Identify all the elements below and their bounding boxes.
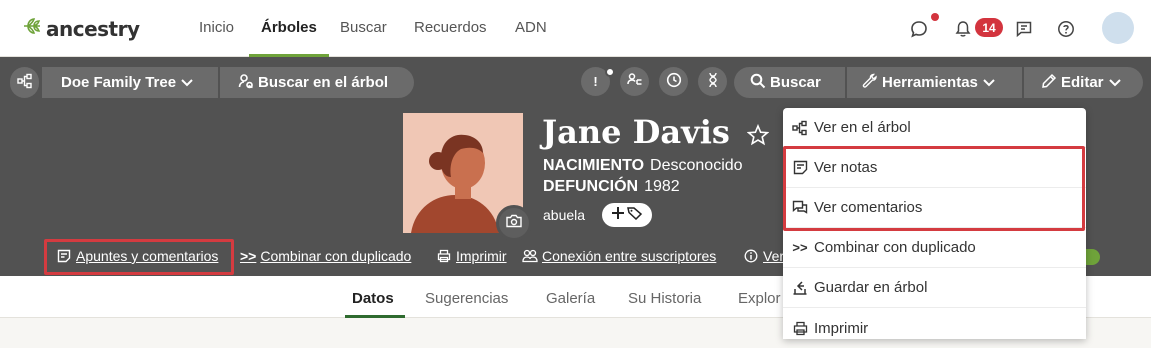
top-navigation-bar: ancestry Inicio Árboles Buscar Recuerdos… bbox=[0, 0, 1151, 57]
chevron-down-icon bbox=[983, 74, 995, 91]
user-avatar[interactable] bbox=[1102, 12, 1134, 44]
menu-item-merge-duplicate[interactable]: >> Combinar con duplicado bbox=[783, 228, 1086, 268]
add-tag-button[interactable] bbox=[602, 203, 652, 227]
star-icon[interactable] bbox=[746, 116, 770, 154]
nav-adn[interactable]: ADN bbox=[515, 19, 547, 36]
alert-glyph: ! bbox=[593, 74, 598, 89]
notification-count-badge: 14 bbox=[975, 18, 1003, 37]
highlight-notes-comments bbox=[44, 239, 234, 275]
plus-icon bbox=[611, 206, 625, 225]
camera-icon bbox=[506, 214, 522, 233]
brand-name: ancestry bbox=[46, 16, 140, 41]
merge-icon: >> bbox=[240, 248, 257, 264]
highlight-view-notes-comments bbox=[783, 146, 1085, 231]
menu-item-view-in-tree[interactable]: Ver en el árbol bbox=[783, 108, 1086, 148]
tab-galeria[interactable]: Galería bbox=[546, 290, 595, 307]
new-hint-dot bbox=[605, 67, 615, 77]
person-name-text: Jane Davis bbox=[542, 113, 730, 151]
tab-datos[interactable]: Datos bbox=[352, 290, 394, 307]
people-tree-icon bbox=[626, 72, 643, 91]
birth-fact: NACIMIENTO Desconocido bbox=[543, 157, 743, 175]
menu-item-save-in-tree[interactable]: Guardar en árbol bbox=[783, 268, 1086, 308]
info-icon bbox=[743, 248, 759, 264]
tree-view-button[interactable] bbox=[10, 67, 39, 98]
subscriber-connection-link[interactable]: Conexión entre suscriptores bbox=[522, 248, 716, 264]
nav-inicio[interactable]: Inicio bbox=[199, 19, 234, 36]
printer-icon bbox=[436, 248, 452, 264]
leaf-icon bbox=[22, 16, 42, 41]
chat-bubble-icon[interactable] bbox=[908, 18, 930, 40]
print-link[interactable]: Imprimir bbox=[436, 248, 507, 264]
more-link-truncated[interactable]: Ver bbox=[743, 248, 784, 264]
menu-item-label: Imprimir bbox=[814, 319, 869, 337]
death-label: DEFUNCIÓN bbox=[543, 178, 639, 195]
menu-item-label: Combinar con duplicado bbox=[814, 239, 976, 256]
birth-value: Desconocido bbox=[650, 157, 743, 174]
change-photo-button[interactable] bbox=[496, 205, 532, 241]
people-icon bbox=[522, 248, 538, 264]
menu-item-print[interactable]: Imprimir bbox=[783, 308, 1086, 348]
search-icon bbox=[750, 73, 766, 93]
ancestry-logo[interactable]: ancestry bbox=[22, 16, 140, 41]
merge-icon: >> bbox=[792, 240, 808, 255]
edit-label: Editar bbox=[1061, 74, 1104, 91]
tab-su-historia[interactable]: Su Historia bbox=[628, 290, 701, 307]
search-label: Buscar bbox=[770, 74, 821, 91]
printer-icon bbox=[792, 320, 808, 336]
search-tree-button[interactable]: Buscar en el árbol bbox=[220, 67, 414, 98]
edit-dropdown-button[interactable]: Editar bbox=[1024, 67, 1143, 98]
tree-icon bbox=[792, 120, 808, 136]
tree-selector-dropdown[interactable]: Doe Family Tree bbox=[42, 67, 218, 98]
tools-label: Herramientas bbox=[882, 74, 978, 91]
bell-icon[interactable] bbox=[952, 18, 974, 40]
relationship-label: abuela bbox=[543, 207, 586, 223]
chevron-down-icon bbox=[1108, 74, 1121, 91]
dna-icon bbox=[705, 72, 721, 91]
tree-name: Doe Family Tree bbox=[61, 74, 177, 91]
nav-arboles[interactable]: Árboles bbox=[261, 19, 317, 36]
save-to-tree-icon bbox=[792, 280, 808, 296]
merge-duplicate-label: Combinar con duplicado bbox=[260, 248, 412, 264]
nav-buscar[interactable]: Buscar bbox=[340, 19, 387, 36]
unread-dot bbox=[931, 13, 939, 21]
print-label: Imprimir bbox=[456, 248, 507, 264]
death-fact: DEFUNCIÓN 1982 bbox=[543, 178, 680, 196]
message-icon[interactable] bbox=[1013, 18, 1035, 40]
birth-label: NACIMIENTO bbox=[543, 157, 645, 174]
relationship-button[interactable] bbox=[620, 67, 649, 96]
tree-icon bbox=[16, 73, 33, 93]
clock-icon bbox=[666, 72, 682, 91]
menu-item-label: Ver en el árbol bbox=[814, 119, 911, 136]
history-button[interactable] bbox=[659, 67, 688, 96]
more-label: Ver bbox=[763, 248, 785, 264]
pencil-icon bbox=[1041, 73, 1057, 93]
subscriber-connection-label: Conexión entre suscriptores bbox=[542, 248, 717, 264]
active-tab-underline bbox=[345, 315, 405, 318]
menu-item-label: Guardar en árbol bbox=[814, 279, 928, 296]
tag-icon bbox=[627, 206, 643, 225]
tab-explorar-truncated[interactable]: Explor bbox=[738, 290, 781, 307]
wrench-icon bbox=[862, 73, 878, 93]
death-value: 1982 bbox=[644, 178, 680, 195]
tools-dropdown-button[interactable]: Herramientas bbox=[847, 67, 1022, 98]
nav-recuerdos[interactable]: Recuerdos bbox=[414, 19, 487, 36]
search-tree-label: Buscar en el árbol bbox=[258, 74, 389, 91]
tab-sugerencias[interactable]: Sugerencias bbox=[425, 290, 508, 307]
help-icon[interactable] bbox=[1055, 18, 1077, 40]
person-search-icon bbox=[238, 73, 254, 93]
dna-button[interactable] bbox=[698, 67, 727, 96]
chevron-down-icon bbox=[181, 74, 193, 91]
search-button[interactable]: Buscar bbox=[734, 67, 845, 98]
merge-duplicate-link[interactable]: >> Combinar con duplicado bbox=[240, 248, 411, 264]
person-name: Jane Davis bbox=[542, 113, 770, 154]
